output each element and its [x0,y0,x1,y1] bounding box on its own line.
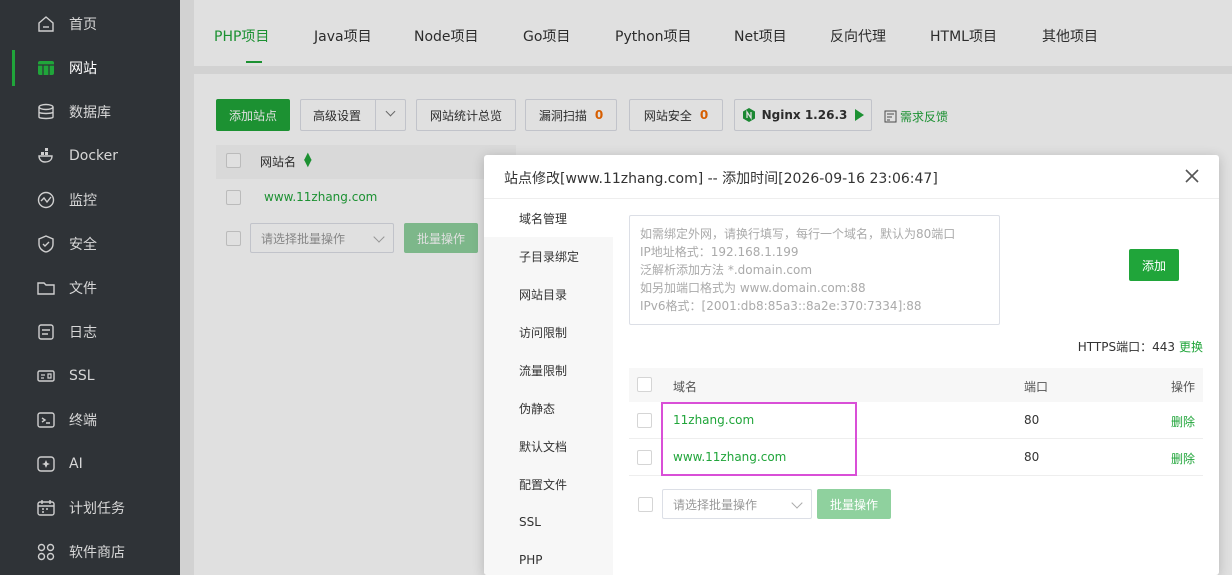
domain-port: 80 [1024,413,1040,427]
sidebar-item-label: 安全 [69,237,97,253]
placeholder-line: 如另加端口格式为 www.domain.com:88 [640,281,866,295]
nav-ssl[interactable]: SSL [484,503,613,541]
database-icon [36,102,56,122]
monitor-icon [36,190,56,210]
nav-site-directory[interactable]: 网站目录 [484,275,613,313]
sidebar-item-website[interactable]: 网站 [0,46,180,90]
website-icon [36,58,56,78]
change-port-link[interactable]: 更换 [1179,340,1203,354]
sidebar-item-label: 监控 [69,193,97,209]
sidebar-item-label: 首页 [69,17,97,33]
close-icon[interactable] [1183,167,1201,185]
sidebar-item-security[interactable]: 安全 [0,222,180,266]
https-port-row: HTTPS端口：443 更换 [1078,338,1203,355]
domain-table-header: 域名 端口 操作 [629,368,1203,402]
domain-input[interactable]: 如需绑定外网，请换行填写，每行一个域名，默认为80端口 IP地址格式：192.1… [629,215,1000,325]
nav-rewrite[interactable]: 伪静态 [484,389,613,427]
store-icon [36,542,56,562]
nav-subdirectory-binding[interactable]: 子目录绑定 [484,237,613,275]
nav-config-file[interactable]: 配置文件 [484,465,613,503]
calendar-icon [36,498,56,518]
sidebar-item-store[interactable]: 软件商店 [0,530,180,574]
sidebar-item-label: 网站 [69,61,97,77]
sidebar-item-monitor[interactable]: 监控 [0,178,180,222]
sidebar-item-cron[interactable]: 计划任务 [0,486,180,530]
sidebar: 首页 网站 数据库 Docker 监控 安全 文件 日志 SSL 终端 AI 计… [0,0,180,575]
terminal-icon [36,410,56,430]
sidebar-item-label: 日志 [69,325,97,341]
chevron-down-icon [791,497,803,509]
sidebar-item-label: 数据库 [69,105,111,121]
delete-domain-link[interactable]: 删除 [1171,413,1195,430]
sidebar-item-home[interactable]: 首页 [0,2,180,46]
row-checkbox[interactable] [637,450,652,465]
sidebar-item-ai[interactable]: AI [0,442,180,486]
nav-php[interactable]: PHP [484,541,613,575]
placeholder-line: 如需绑定外网，请换行填写，每行一个域名，默认为80端口 [640,227,956,241]
col-port: 端口 [1024,380,1049,394]
placeholder-line: 泛解析添加方法 *.domain.com [640,263,813,277]
sidebar-item-label: 文件 [69,281,97,297]
sidebar-item-logs[interactable]: 日志 [0,310,180,354]
nav-domain-management[interactable]: 域名管理 [484,199,613,237]
domain-batch-select[interactable]: 请选择批量操作 [662,489,812,519]
ai-icon [36,454,56,474]
sidebar-item-label: AI [69,456,83,472]
docker-icon [36,146,56,166]
modal-title: 站点修改[www.11zhang.com] -- 添加时间[2026-09-16… [504,171,938,187]
col-action: 操作 [1171,380,1196,394]
add-domain-button[interactable]: 添加 [1129,249,1179,281]
sidebar-item-label: 软件商店 [69,545,125,561]
delete-domain-link[interactable]: 删除 [1171,450,1195,467]
sidebar-item-label: 计划任务 [69,501,125,517]
log-icon [36,322,56,342]
nav-access-limit[interactable]: 访问限制 [484,313,613,351]
folder-icon [36,278,56,298]
modal-header: 站点修改[www.11zhang.com] -- 添加时间[2026-09-16… [484,155,1219,199]
select-all-domains-checkbox[interactable] [637,377,652,392]
site-edit-modal: 站点修改[www.11zhang.com] -- 添加时间[2026-09-16… [484,155,1219,575]
row-checkbox[interactable] [637,413,652,428]
placeholder-line: IP地址格式：192.168.1.199 [640,245,799,259]
sidebar-item-docker[interactable]: Docker [0,134,180,178]
sidebar-item-database[interactable]: 数据库 [0,90,180,134]
batch-select-checkbox[interactable] [638,497,653,512]
sidebar-item-files[interactable]: 文件 [0,266,180,310]
sidebar-item-label: 终端 [69,413,97,429]
https-port-label: HTTPS端口：443 [1077,340,1175,354]
modal-side-nav: 域名管理 子目录绑定 网站目录 访问限制 流量限制 伪静态 默认文档 配置文件 … [484,199,613,575]
domain-port: 80 [1024,450,1040,464]
col-domain: 域名 [673,380,698,394]
highlight-box [661,402,857,476]
batch-select-placeholder: 请选择批量操作 [673,497,758,512]
ssl-icon [36,366,56,386]
sidebar-item-label: Docker [69,148,119,164]
home-icon [36,14,56,34]
sidebar-item-label: SSL [69,368,95,384]
sidebar-item-ssl[interactable]: SSL [0,354,180,398]
sidebar-item-terminal[interactable]: 终端 [0,398,180,442]
nav-default-document[interactable]: 默认文档 [484,427,613,465]
domain-batch-button[interactable]: 批量操作 [817,489,891,519]
shield-icon [36,234,56,254]
placeholder-line: IPv6格式：[2001:db8:85a3::8a2e:370:7334]:88 [640,299,922,313]
nav-traffic-limit[interactable]: 流量限制 [484,351,613,389]
